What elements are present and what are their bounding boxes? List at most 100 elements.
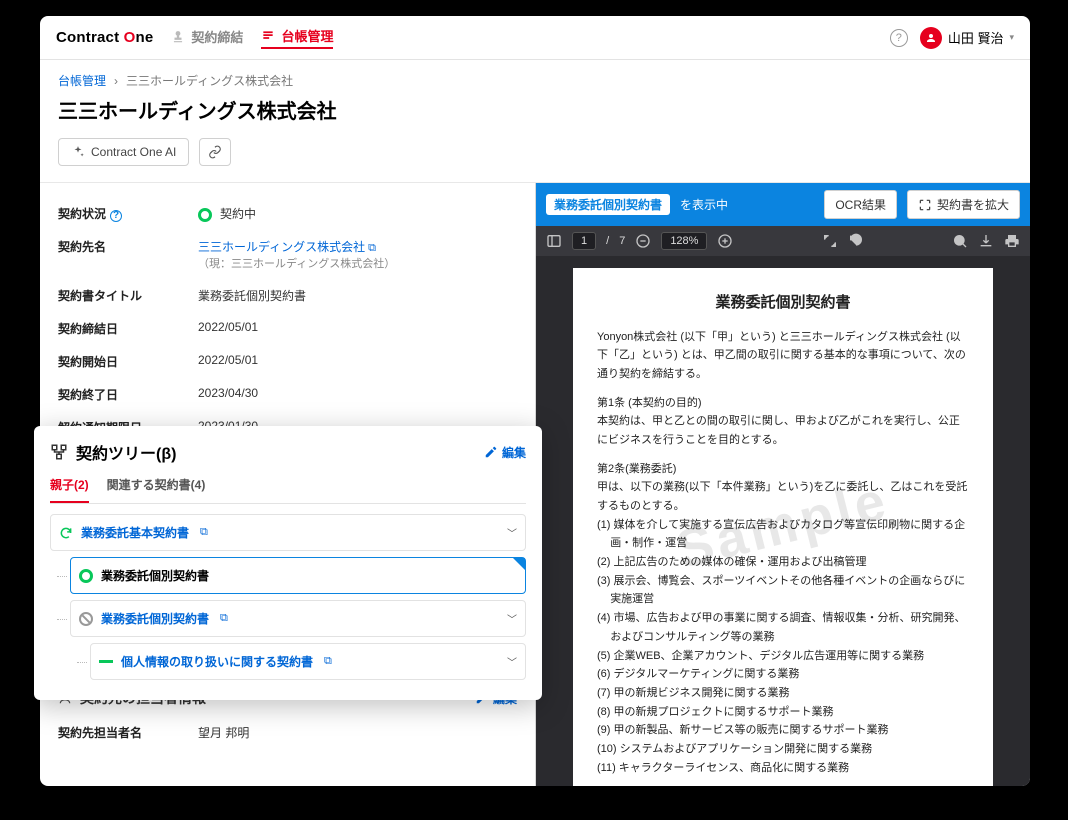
field-label: 契約先名 [58,238,198,271]
chevron-down-icon: ▾ [1009,32,1014,43]
chevron-down-icon[interactable]: ﹀ [507,525,517,540]
expand-button[interactable]: 契約書を拡大 [907,190,1020,219]
fullscreen-icon[interactable] [822,233,838,249]
sidebar-toggle-icon[interactable] [546,233,562,249]
tree-row-label: 業務委託個別契約書 [101,610,209,627]
tree-row[interactable]: 個人情報の取り扱いに関する契約書 ⧉ ﹀ [90,643,526,680]
brand-text-right: ne [136,29,154,46]
zoom-in-icon[interactable] [717,233,733,249]
viewer-doc-chip: 業務委託個別契約書 [546,194,670,215]
external-link-icon: ⧉ [324,655,332,668]
zoom-value[interactable]: 128% [661,232,707,250]
field-label: 契約開始日 [58,353,198,370]
subtab-parent-child[interactable]: 親子(2) [50,476,89,503]
viewer-header: 業務委託個別契約書 を表示中 OCR結果 契約書を拡大 [536,183,1030,226]
status-cancelled-icon [79,612,93,626]
tree-icon [50,443,68,461]
party-link[interactable]: 三三ホールディングス株式会社⧉ [198,240,376,254]
doc-list-item: (7) 甲の新規ビジネス開発に関する業務 [610,684,969,703]
chevron-down-icon[interactable]: ﹀ [507,611,517,626]
tree-row-label: 業務委託個別契約書 [101,567,209,584]
viewer-suffix: を表示中 [680,196,728,213]
tree-row-root[interactable]: 業務委託基本契約書 ⧉ ﹀ [50,514,526,551]
help-icon[interactable]: ? [890,29,908,47]
pdf-page-1: Sample 業務委託個別契約書 Yonyon株式会社 (以下「甲」という) と… [573,268,993,786]
sparkle-icon [71,145,85,159]
avatar-icon [920,27,942,49]
doc-article-h: 第2条(業務委託) [597,460,969,479]
print-icon[interactable] [1004,233,1020,249]
status-active-icon [79,569,93,583]
tree-title: 契約ツリー(β) [76,440,176,464]
search-icon[interactable] [952,233,968,249]
tree-row-label: 業務委託基本契約書 [81,524,189,541]
external-link-icon: ⧉ [368,242,376,254]
brand-text-left: Contract [56,29,124,46]
tree-subtabs: 親子(2) 関連する契約書(4) [50,476,526,504]
doc-article-lead: 甲は、以下の業務(以下「本件業務」という)を乙に委託し、乙はこれを受託するものと… [597,478,969,515]
page-title: 三三ホールディングス株式会社 [58,95,1012,124]
breadcrumb-current: 三三ホールディングス株式会社 [126,72,293,89]
doc-list-item: (2) 上記広告のための媒体の確保・運用および出稿管理 [610,553,969,572]
field-value: 望月 邦明 [198,724,249,741]
ocr-label: OCR結果 [835,196,886,213]
doc-list-item: (11) キャラクターライセンス、商品化に関する業務 [610,759,969,778]
link-button[interactable] [199,138,231,166]
contract-tree-panel: 契約ツリー(β) 編集 親子(2) 関連する契約書(4) 業務委託基本契約書 ⧉… [34,426,542,700]
page-header: 台帳管理 › 三三ホールディングス株式会社 三三ホールディングス株式会社 Con… [40,60,1030,183]
chevron-down-icon[interactable]: ﹀ [507,654,517,669]
tree-list: 業務委託基本契約書 ⧉ ﹀ 業務委託個別契約書 業務委託個別契約書 ⧉ ﹀ 個人… [50,514,526,680]
pdf-viewport[interactable]: Sample 業務委託個別契約書 Yonyon株式会社 (以下「甲」という) と… [536,256,1030,786]
user-menu[interactable]: 山田 賢治 ▾ [920,27,1014,49]
ai-button-label: Contract One AI [91,145,176,159]
field-value: 2022/05/01 [198,320,258,337]
field-value: 業務委託個別契約書 [198,287,306,304]
tree-row-current[interactable]: 業務委託個別契約書 [70,557,526,594]
subtab-related[interactable]: 関連する契約書(4) [107,476,206,503]
doc-list-item: (1) 媒体を介して実施する宣伝広告およびカタログ等宣伝印刷物に関する企画・制作… [610,516,969,553]
status-bar-icon [99,660,113,663]
doc-list-item: (5) 企業WEB、企業アカウント、デジタル広告運用等に関する業務 [610,647,969,666]
doc-article-h: 第1条 (本契約の目的) [597,394,969,413]
field-label: 契約締結日 [58,320,198,337]
ocr-button[interactable]: OCR結果 [824,190,897,219]
field-label: 契約書タイトル [58,287,198,304]
field-label: 契約状況 [58,207,106,221]
pdf-toolbar: 1 / 7 128% [536,226,1030,256]
user-name: 山田 賢治 [948,28,1004,47]
ai-button[interactable]: Contract One AI [58,138,189,166]
tab-ledger[interactable]: 台帳管理 [261,26,333,49]
download-icon[interactable] [978,233,994,249]
doc-intro: Yonyon株式会社 (以下「甲」という) と三三ホールディングス株式会社 (以… [597,328,969,384]
zoom-out-icon[interactable] [635,233,651,249]
rotate-icon[interactable] [848,233,864,249]
tree-header: 契約ツリー(β) 編集 [50,440,526,464]
viewer-pane: 業務委託個別契約書 を表示中 OCR結果 契約書を拡大 1 / 7 128% [535,183,1030,786]
tree-row[interactable]: 業務委託個別契約書 ⧉ ﹀ [70,600,526,637]
tree-connector [77,662,87,663]
ledger-icon [261,29,275,43]
stamp-icon [171,30,185,44]
doc-list-item: (6) デジタルマーケティングに関する業務 [610,665,969,684]
field-value: 2023/04/30 [198,386,258,403]
nav-tabs: 契約締結 台帳管理 [171,26,333,49]
doc-list-item: (3) 展示会、博覧会、スポーツイベントその他各種イベントの企画ならびに実施運営 [610,572,969,609]
tab-label: 台帳管理 [281,26,333,45]
field-label: 契約終了日 [58,386,198,403]
expand-icon [918,198,932,212]
field-label: 契約先担当者名 [58,724,198,741]
edit-link-text: 編集 [502,444,526,461]
doc-article-items: (1) 媒体を介して実施する宣伝広告およびカタログ等宣伝印刷物に関する企画・制作… [597,516,969,778]
page-current[interactable]: 1 [572,232,596,250]
page-sep: / [606,235,609,247]
help-badge-icon[interactable]: ? [110,210,122,222]
page-toolbar: Contract One AI [58,138,1012,166]
brand-o: O [124,29,136,46]
page-total: 7 [619,235,625,247]
breadcrumb-root[interactable]: 台帳管理 [58,72,106,89]
tree-connector [57,619,67,620]
breadcrumb: 台帳管理 › 三三ホールディングス株式会社 [58,72,1012,89]
tree-edit-link[interactable]: 編集 [484,444,526,461]
tab-label: 契約締結 [191,27,243,46]
tab-contract-sign[interactable]: 契約締結 [171,26,243,49]
